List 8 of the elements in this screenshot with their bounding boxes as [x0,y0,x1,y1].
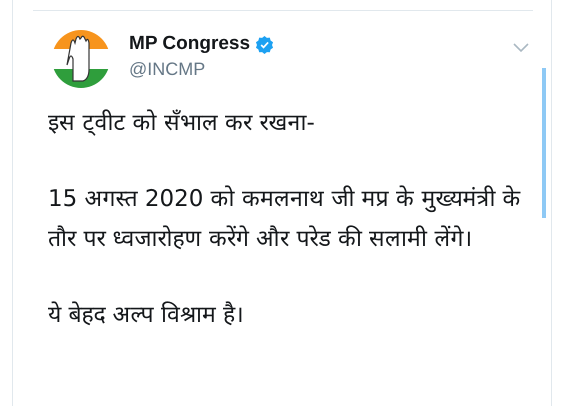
author-name[interactable]: MP Congress [129,33,250,55]
tweet-text: ये बेहद अल्प विश्राम है। [48,300,246,330]
scrollbar[interactable] [542,68,546,218]
author-handle[interactable]: @INCMP [129,59,274,80]
tweet-text: 15 अगस्त 2020 को कमलनाथ जी मप्र के मुख्यमंत्री के तौर पर ध्वजारोहण करेंगे और परेड की सलामी लेंगे। [48,184,522,254]
tweet-text: इस ट्वीट को सँभाल कर रखना- [48,108,316,138]
chevron-down-icon[interactable] [513,43,529,53]
avatar [51,29,111,89]
